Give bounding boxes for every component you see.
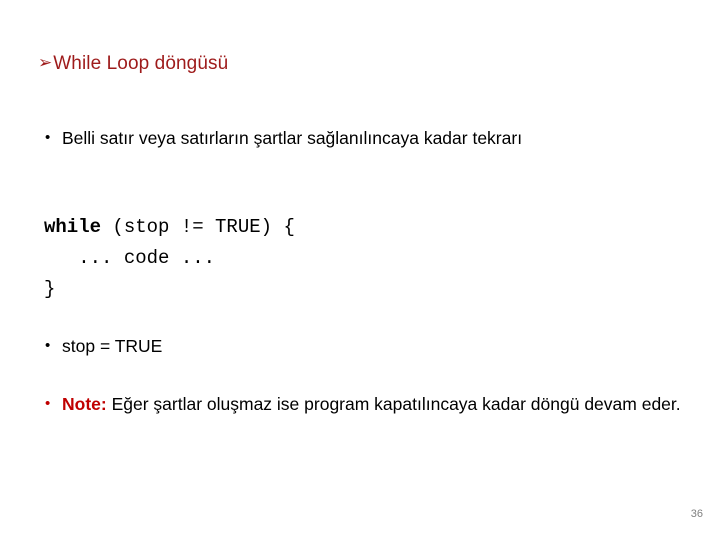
list-item-note: • Note: Eğer şartlar oluşmaz ise program…	[40, 393, 690, 415]
code-block: while (stop != TRUE) { ... code ... }	[44, 212, 295, 304]
code-keyword-while: while	[44, 216, 102, 238]
bullet-dot-icon: •	[45, 129, 51, 146]
bullet-dot-icon: •	[45, 395, 51, 412]
list-item-label: stop = TRUE	[62, 336, 163, 356]
note-label: Note:	[62, 394, 107, 414]
page-number: 36	[690, 508, 703, 520]
list-item: • Belli satır veya satırların şartlar sa…	[40, 127, 690, 149]
list-item: • stop = TRUE	[40, 335, 440, 357]
page-title-text: While Loop döngüsü	[53, 53, 229, 74]
note-body: Eğer şartlar oluşmaz ise program kapatıl…	[106, 394, 681, 414]
code-line-3: }	[44, 277, 56, 300]
arrow-bullet-icon: ➢	[38, 53, 53, 72]
bullet-dot-icon: •	[45, 337, 51, 354]
note-text: Note: Eğer şartlar oluşmaz ise program k…	[62, 393, 690, 415]
code-line-1-rest: (stop != TRUE) {	[101, 216, 295, 238]
code-line-2: ... code ...	[44, 246, 216, 269]
slide-canvas: ➢ While Loop döngüsü • Belli satır veya …	[0, 0, 720, 540]
list-item-label: Belli satır veya satırların şartlar sağl…	[62, 128, 523, 148]
page-title: ➢ While Loop döngüsü	[38, 52, 228, 76]
